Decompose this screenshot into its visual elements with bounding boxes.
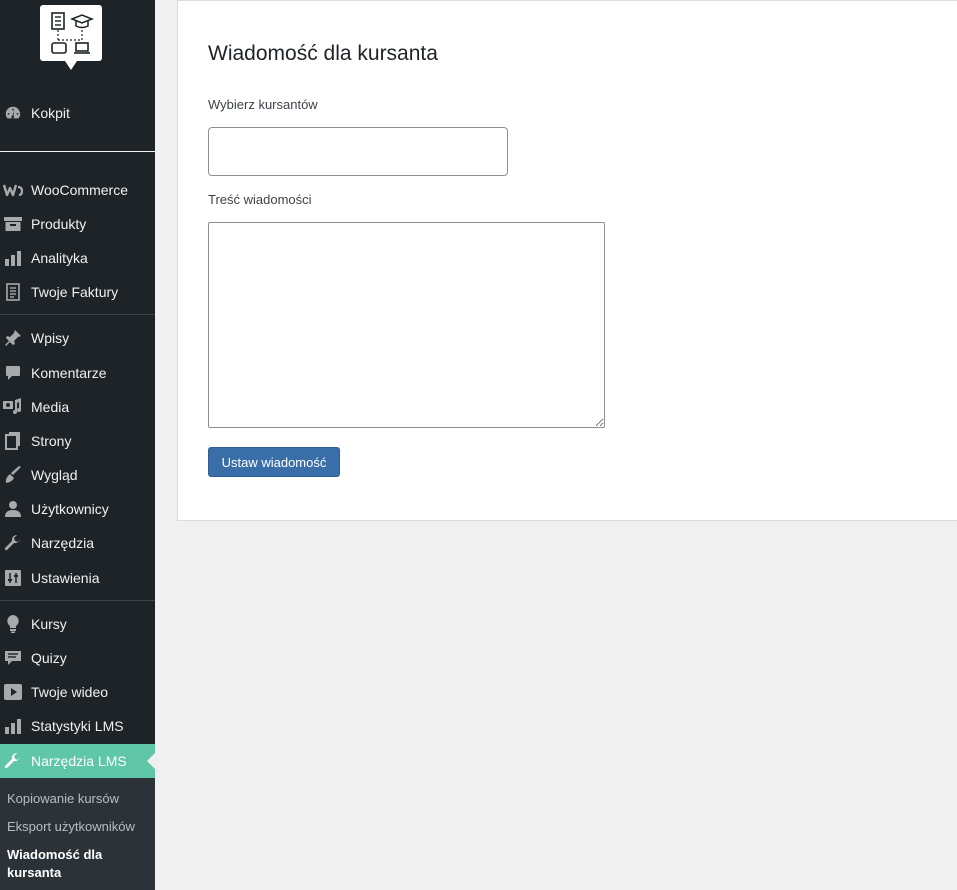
- menu-item-label: Narzędzia LMS: [31, 753, 127, 769]
- submenu-item-wiadomosc-dla-kursanta[interactable]: Wiadomość dla kursanta: [7, 846, 147, 882]
- document-icon: [0, 283, 31, 301]
- lms-submenu: Kopiowanie kursów Eksport użytkowników W…: [0, 778, 155, 890]
- lightbulb-icon: [0, 615, 31, 633]
- user-icon: [0, 500, 31, 518]
- menu-item-komentarze[interactable]: Komentarze: [0, 356, 155, 390]
- bar-chart-icon: [0, 718, 31, 734]
- menu-item-label: Produkty: [31, 216, 87, 232]
- menu-item-label: Użytkownicy: [31, 501, 109, 517]
- menu-item-label: Wygląd: [31, 467, 78, 483]
- menu-item-label: Analityka: [31, 250, 88, 266]
- menu-item-label: Ustawienia: [31, 570, 100, 586]
- menu-item-label: Strony: [31, 433, 72, 449]
- menu-item-statystyki-lms[interactable]: Statystyki LMS: [0, 709, 155, 743]
- dashboard-icon: [0, 104, 31, 122]
- sidebar-separator: [0, 151, 155, 152]
- menu-item-ustawienia[interactable]: Ustawienia: [0, 561, 155, 595]
- message-textarea[interactable]: [208, 222, 605, 428]
- menu-item-produkty[interactable]: Produkty: [0, 207, 155, 241]
- menu-item-label: WooCommerce: [31, 182, 128, 198]
- menu-item-strony[interactable]: Strony: [0, 424, 155, 458]
- menu-item-narzedzia-lms[interactable]: Narzędzia LMS: [0, 744, 155, 778]
- submenu-item-kopiowanie-kursow[interactable]: Kopiowanie kursów: [7, 790, 147, 808]
- comment-icon: [0, 365, 31, 381]
- menu-item-label: Wpisy: [31, 330, 70, 346]
- menu-item-wyglad[interactable]: Wygląd: [0, 458, 155, 492]
- menu-item-twoje-faktury[interactable]: Twoje Faktury: [0, 275, 155, 309]
- brush-icon: [0, 466, 31, 484]
- menu-item-label: Statystyki LMS: [31, 718, 124, 734]
- menu-item-quizy[interactable]: Quizy: [0, 641, 155, 675]
- submenu-item-eksport-uzytkownikow[interactable]: Eksport użytkowników: [7, 818, 147, 836]
- menu-item-twoje-wideo[interactable]: Twoje wideo: [0, 675, 155, 709]
- menu-item-label: Komentarze: [31, 365, 107, 381]
- woocommerce-icon: [0, 183, 31, 197]
- wrench-icon: [0, 752, 31, 770]
- bar-chart-icon: [0, 250, 31, 266]
- archive-icon: [0, 216, 31, 232]
- menu-item-wpisy[interactable]: Wpisy: [0, 321, 155, 355]
- menu-item-uzytkownicy[interactable]: Użytkownicy: [0, 492, 155, 526]
- play-icon: [0, 684, 31, 700]
- settings-icon: [0, 570, 31, 586]
- site-logo[interactable]: [40, 5, 102, 70]
- menu-item-label: Kursy: [31, 616, 67, 632]
- menu-item-kursy[interactable]: Kursy: [0, 607, 155, 641]
- menu-item-label: Twoje Faktury: [31, 284, 119, 300]
- menu-item-label: Narzędzia: [31, 535, 95, 551]
- page-title: Wiadomość dla kursanta: [208, 42, 438, 65]
- menu-item-analityka[interactable]: Analityka: [0, 241, 155, 275]
- wrench-icon: [0, 534, 31, 552]
- students-input[interactable]: [208, 127, 508, 176]
- menu-item-label: Kokpit: [31, 105, 70, 121]
- admin-sidebar: Kokpit WooCommerce Produkty Analityka Tw…: [0, 0, 155, 890]
- menu-item-label: Quizy: [31, 650, 67, 666]
- pin-icon: [0, 329, 31, 347]
- menu-item-narzedzia[interactable]: Narzędzia: [0, 526, 155, 560]
- lms-logo-icon: [51, 12, 94, 54]
- menu-item-kokpit[interactable]: Kokpit: [0, 96, 155, 130]
- pages-icon: [0, 432, 31, 450]
- sidebar-separator: [0, 314, 155, 315]
- menu-item-media[interactable]: Media: [0, 390, 155, 424]
- message-label: Treść wiadomości: [208, 192, 312, 207]
- menu-item-woocommerce[interactable]: WooCommerce: [0, 173, 155, 207]
- quiz-icon: [0, 650, 31, 666]
- students-label: Wybierz kursantów: [208, 97, 318, 112]
- submit-message-button[interactable]: Ustaw wiadomość: [208, 447, 340, 477]
- menu-item-label: Media: [31, 399, 70, 415]
- media-icon: [0, 398, 31, 416]
- sidebar-separator: [0, 600, 155, 601]
- menu-item-label: Twoje wideo: [31, 684, 109, 700]
